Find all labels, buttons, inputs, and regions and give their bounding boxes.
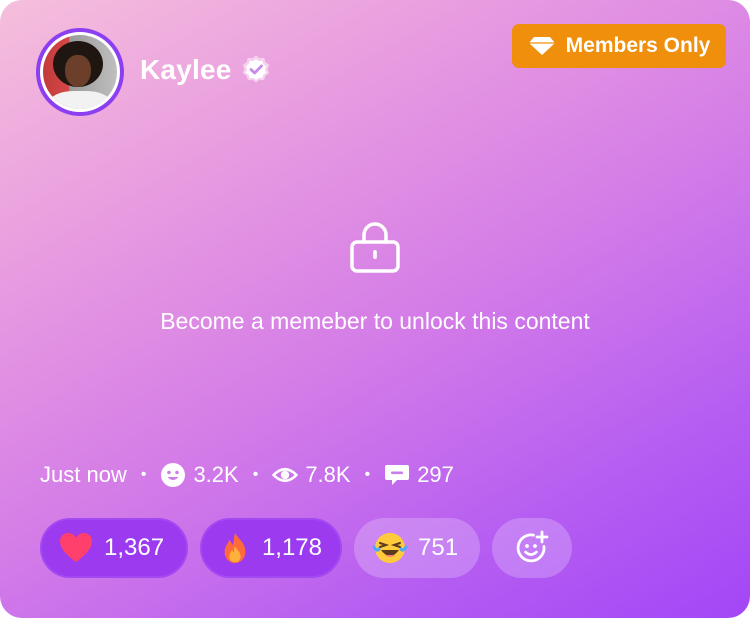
reaction-count: 1,367 [104,534,165,561]
profile-name[interactable]: Kaylee [140,54,232,86]
locked-post-card: Kaylee Members Only Become a memeber to … [0,0,750,618]
comments-stat[interactable]: 297 [384,462,454,488]
heart-icon [60,533,92,562]
reaction-laugh-button[interactable]: 751 [354,518,480,578]
comments-count: 297 [417,462,454,487]
reaction-count: 1,178 [261,534,322,561]
post-stats: Just now • 3.2K • 7.8K • 297 [40,462,454,488]
post-time: Just now [40,462,127,487]
members-only-badge[interactable]: Members Only [512,24,726,68]
diamond-icon [528,37,555,55]
add-reaction-icon [516,530,549,563]
locked-message: Become a memeber to unlock this content [160,308,590,334]
reaction-bar: 1,367 1,178 751 [40,518,572,578]
separator-dot: • [364,466,371,483]
profile-header: Kaylee [140,54,272,86]
badge-label: Members Only [565,34,711,57]
reaction-heart-button[interactable]: 1,367 [40,518,188,578]
add-reaction-button[interactable] [492,518,572,578]
views-stat: 7.8K [272,462,351,488]
reactions-stat: 3.2K [160,462,239,488]
reaction-count: 751 [418,534,459,561]
lock-icon [350,222,400,273]
comment-icon [385,465,410,485]
avatar-image [43,35,117,109]
reaction-fire-button[interactable]: 1,178 [200,518,342,578]
laughing-emoji-icon [372,533,408,563]
verified-badge-icon [242,55,269,83]
eye-icon [272,467,299,483]
avatar[interactable] [36,28,124,116]
reactions-count: 3.2K [193,462,239,487]
views-count: 7.8K [305,462,351,487]
separator-dot: • [140,466,147,483]
separator-dot: • [252,466,259,483]
smiley-icon [161,463,186,487]
fire-icon [224,532,246,564]
